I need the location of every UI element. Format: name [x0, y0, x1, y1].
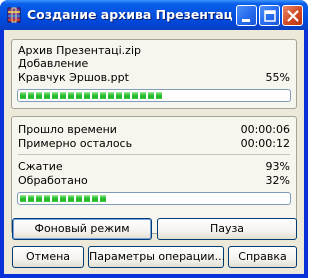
progress-segment [68, 195, 74, 202]
progress-segment [60, 92, 66, 99]
progress-segment [44, 92, 50, 99]
stats-panel: Прошло времени 00:00:06 Примерно осталос… [11, 116, 297, 234]
progress-segment [140, 92, 146, 99]
progress-segment [52, 195, 58, 202]
progress-segment [100, 195, 106, 202]
compression-label: Сжатие [18, 160, 63, 173]
dialog-body: Архив Презентаці.zip Добавление Кравчук … [4, 30, 304, 274]
progress-segment [100, 92, 106, 99]
maximize-button[interactable] [259, 5, 280, 26]
total-progress-bar [17, 192, 291, 205]
help-button[interactable]: Справка [228, 246, 297, 268]
progress-segment [28, 92, 34, 99]
progress-segment [60, 195, 66, 202]
progress-segment [132, 92, 138, 99]
progress-segment [44, 195, 50, 202]
operation-options-button[interactable]: Параметры операции... [88, 246, 225, 268]
progress-segment [76, 92, 82, 99]
compression-value: 93% [265, 160, 290, 173]
operation-label: Добавление [18, 57, 89, 70]
progress-segment [28, 195, 34, 202]
minimize-icon [242, 19, 250, 22]
progress-segment [108, 92, 114, 99]
remaining-label: Примерно осталось [18, 137, 133, 150]
cancel-button[interactable]: Отмена [12, 246, 84, 268]
progress-segment [76, 195, 82, 202]
remaining-value: 00:00:12 [240, 137, 290, 150]
progress-segment [124, 92, 130, 99]
progress-segment [148, 92, 154, 99]
progress-segment [92, 195, 98, 202]
progress-segment [36, 92, 42, 99]
progress-segment [156, 92, 162, 99]
window-title: Создание архива Презентаці.... [27, 7, 232, 22]
minimize-button[interactable] [236, 5, 257, 26]
archive-name: Архив Презентаці.zip [18, 44, 141, 57]
progress-segment [20, 195, 26, 202]
close-icon [287, 10, 299, 22]
background-mode-button[interactable]: Фоновый режим [12, 218, 152, 240]
pause-button[interactable]: Пауза [157, 218, 297, 240]
current-file-name: Кравчук Эршов.ppt [18, 71, 129, 84]
elapsed-label: Прошло времени [18, 123, 117, 136]
title-bar[interactable]: Создание архива Презентаці.... [0, 0, 308, 30]
progress-segment [52, 92, 58, 99]
winrar-archive-icon[interactable] [6, 7, 22, 23]
progress-segment [84, 92, 90, 99]
file-info-panel: Архив Презентаці.zip Добавление Кравчук … [11, 39, 297, 109]
maximize-icon [264, 10, 276, 22]
file-percent: 55% [265, 71, 290, 84]
total-progress-fill [20, 195, 106, 202]
stats-divider [18, 154, 290, 155]
progress-segment [36, 195, 42, 202]
file-progress-bar [17, 89, 291, 102]
progress-segment [20, 92, 26, 99]
processed-value: 32% [265, 174, 290, 187]
progress-segment [84, 195, 90, 202]
elapsed-value: 00:00:06 [240, 123, 290, 136]
processed-label: Обработано [18, 174, 88, 187]
archive-progress-window: Создание архива Презентаці.... Архив Пре… [0, 0, 308, 278]
progress-segment [68, 92, 74, 99]
progress-segment [92, 92, 98, 99]
close-button[interactable] [282, 5, 303, 26]
progress-segment [116, 92, 122, 99]
file-progress-fill [20, 92, 167, 99]
